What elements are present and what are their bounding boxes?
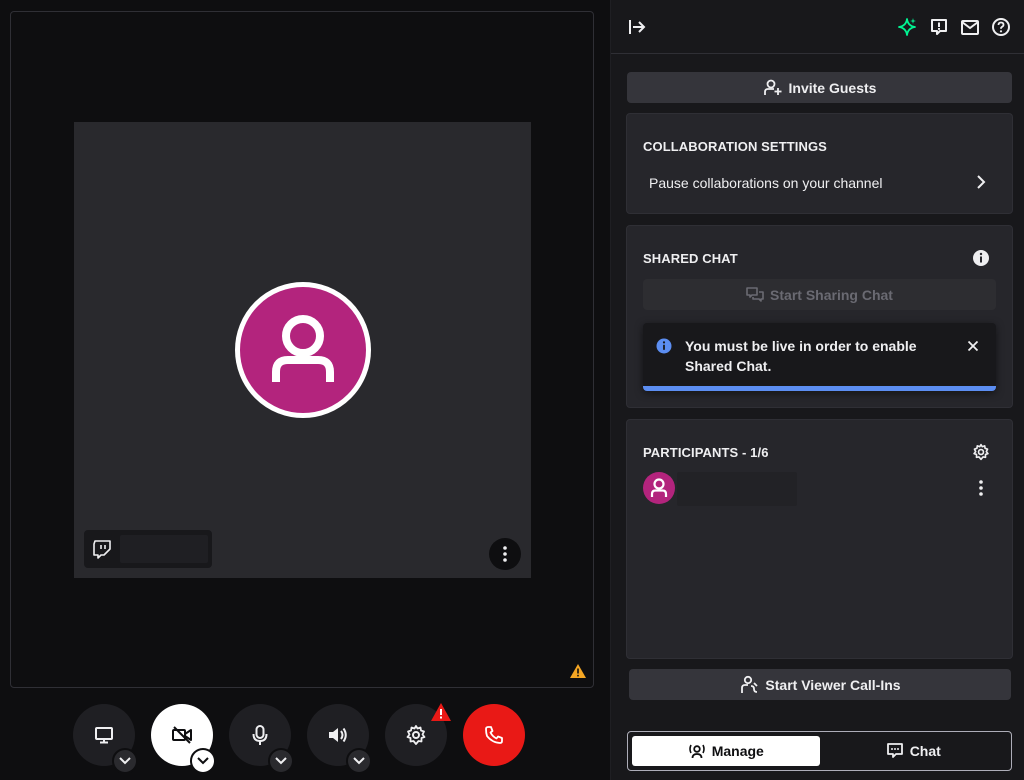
start-sharing-chat-label: Start Sharing Chat [770,286,893,303]
add-user-icon [763,79,782,95]
participant-name-redacted [677,472,797,506]
participants-title: PARTICIPANTS - 1/6 [643,445,769,460]
screen-share-options-button[interactable] [112,748,138,774]
shared-chat-card: SHARED CHAT Start Sharing Chat You must … [626,225,1013,408]
user-icon [650,478,668,497]
chat-bubble-icon [886,743,903,758]
camera-off-icon [172,726,192,744]
call-controls [0,703,604,780]
user-icon [272,315,334,382]
gear-icon [406,725,426,745]
close-icon [967,340,979,352]
participants-card: PARTICIPANTS - 1/6 [626,419,1013,659]
participant-name-tag [84,530,212,568]
call-in-user-icon [741,675,759,693]
info-icon [656,338,672,354]
chevron-right-icon [977,175,986,189]
participant-avatar-large [235,282,371,418]
panel-topbar [611,0,1024,54]
panel-tabs: Manage Chat [627,731,1012,771]
chevron-down-icon [197,757,209,765]
invite-guests-label: Invite Guests [788,79,877,96]
participant-video-tile [74,122,531,578]
inbox-icon [961,20,979,35]
warning-triangle-icon[interactable] [569,663,587,679]
tab-chat[interactable]: Chat [820,736,1008,766]
help-icon [992,18,1010,36]
report-button[interactable] [929,17,949,37]
twitch-glitch-icon [93,540,111,559]
participant-name-redacted [120,535,208,563]
participant-avatar[interactable] [643,472,675,504]
speaker-options-button[interactable] [346,748,372,774]
info-toast: You must be live in order to enable Shar… [643,323,996,391]
toast-progress-bar [643,386,996,391]
phone-hangup-icon [485,726,503,744]
toast-message: You must be live in order to enable Shar… [685,338,917,374]
info-icon [973,250,989,266]
toast-close-button[interactable] [963,336,983,356]
chevron-down-icon [275,757,287,765]
chevron-down-icon [119,757,131,765]
kebab-vertical-icon [979,480,983,496]
participants-settings-button[interactable] [971,442,991,462]
chevron-down-icon [353,757,365,765]
camera-options-button[interactable] [190,748,216,774]
collaboration-panel: Invite Guests COLLABORATION SETTINGS Pau… [610,0,1024,780]
start-sharing-chat-button[interactable]: Start Sharing Chat [643,279,996,310]
collaboration-settings-title: COLLABORATION SETTINGS [643,139,827,154]
tab-manage[interactable]: Manage [632,736,820,766]
start-viewer-call-ins-button[interactable]: Start Viewer Call-Ins [629,669,1011,700]
pause-collaborations-open[interactable] [971,172,991,192]
collaboration-settings-card: COLLABORATION SETTINGS Pause collaborati… [626,113,1013,214]
inbox-button[interactable] [960,17,980,37]
chat-bubbles-icon [746,286,764,302]
warning-alert-icon [431,703,451,721]
invite-guests-button[interactable]: Invite Guests [627,72,1012,103]
collapse-panel-button[interactable] [627,17,647,37]
start-viewer-call-ins-label: Start Viewer Call-Ins [765,676,901,693]
pause-collaborations-row[interactable]: Pause collaborations on your channel [649,175,883,191]
participant-more-button[interactable] [971,478,991,498]
sparkle-button[interactable] [897,17,917,37]
microphone-icon [252,725,268,745]
gear-icon [973,443,989,461]
tab-manage-label: Manage [711,743,764,759]
collapse-right-icon [629,20,646,34]
speaker-icon [329,727,347,743]
broadcast-user-icon [688,744,705,759]
alert-bubble-icon [931,19,947,35]
video-stage [10,11,594,688]
app-root: Invite Guests COLLABORATION SETTINGS Pau… [0,0,1024,780]
monitor-icon [95,727,113,744]
microphone-options-button[interactable] [268,748,294,774]
leave-call-button[interactable] [463,704,525,766]
tile-more-button[interactable] [489,538,521,570]
shared-chat-title: SHARED CHAT [643,251,738,266]
kebab-vertical-icon [503,546,507,562]
sparkle-icon [898,18,916,36]
shared-chat-info-button[interactable] [971,248,991,268]
help-button[interactable] [991,17,1011,37]
tab-chat-label: Chat [909,743,941,759]
